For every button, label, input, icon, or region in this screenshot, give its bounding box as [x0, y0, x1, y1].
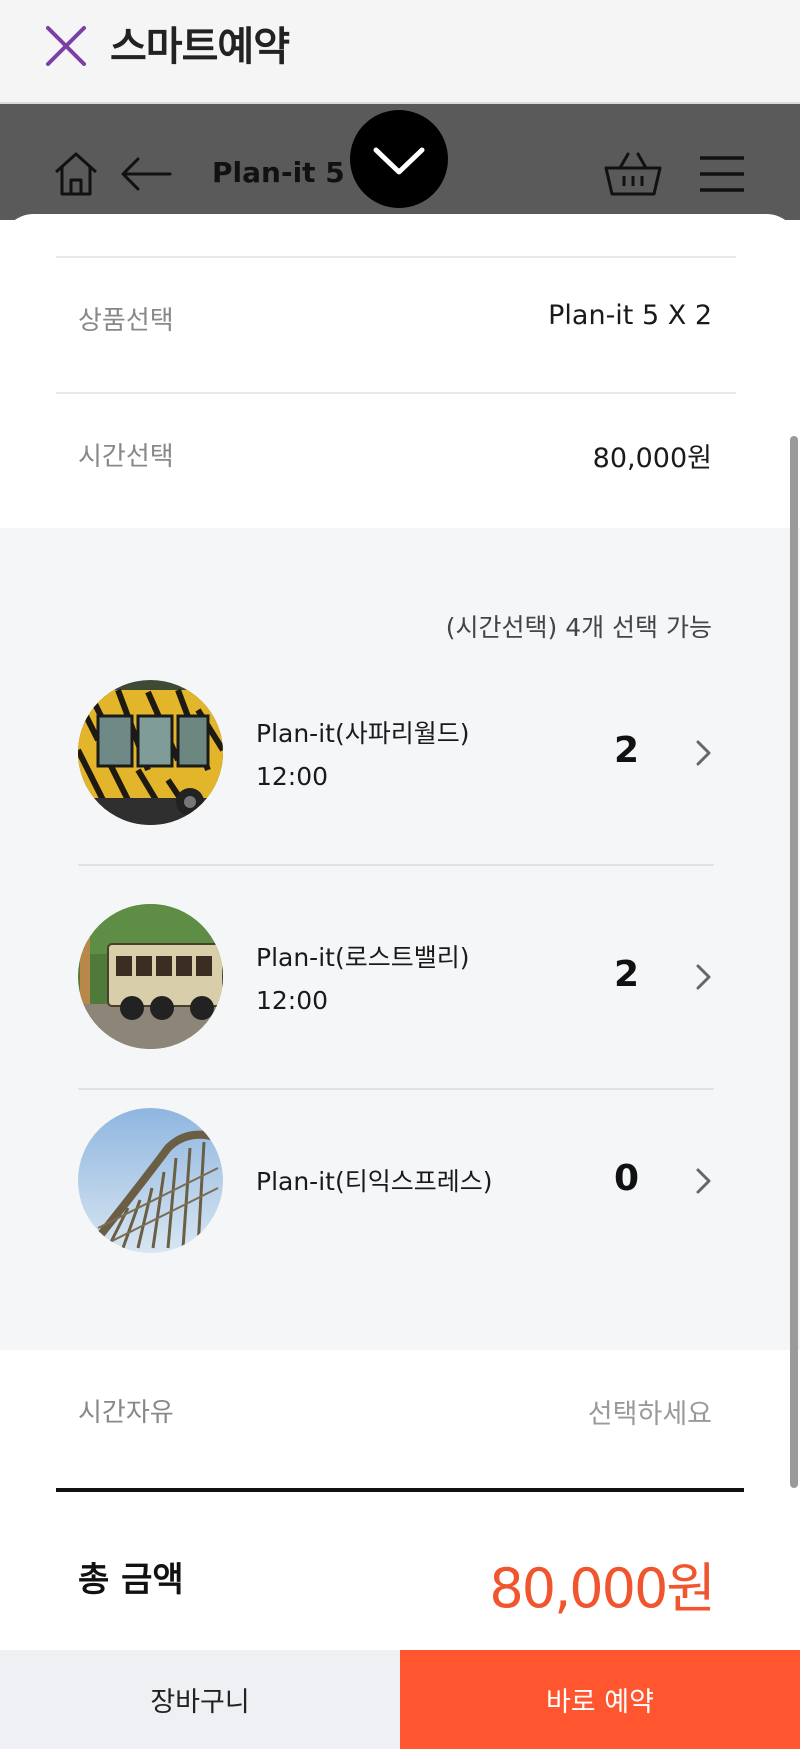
free-time-select[interactable]: 선택하세요: [588, 1392, 712, 1431]
add-to-cart-button[interactable]: 장바구니: [0, 1650, 400, 1749]
item-time: 12:00: [256, 986, 329, 1015]
home-icon: [54, 152, 98, 196]
chevron-right-icon: [696, 740, 711, 766]
lost-valley-vehicle-image: [78, 904, 223, 1049]
back-arrow-icon: [121, 157, 172, 191]
total-price: 80,000원: [489, 1557, 716, 1620]
menu-icon: [700, 156, 744, 192]
divider: [56, 1488, 744, 1492]
home-button[interactable]: [50, 148, 102, 200]
list-item[interactable]: Plan-it(로스트밸리) 12:00 2: [78, 904, 714, 1049]
item-count: 2: [614, 730, 640, 771]
divider: [78, 1088, 714, 1090]
chevron-down-icon: [373, 147, 425, 175]
basket-button[interactable]: [602, 148, 664, 200]
time-value: 80,000원: [592, 443, 712, 474]
item-count: 0: [614, 1158, 640, 1199]
t-express-coaster-image: [78, 1108, 223, 1253]
divider: [56, 256, 736, 258]
product-label: 상품선택: [78, 306, 174, 336]
back-button[interactable]: [118, 154, 174, 194]
item-time: 12:00: [256, 762, 329, 791]
book-now-button[interactable]: 바로 예약: [400, 1650, 800, 1749]
free-time-label: 시간자유: [78, 1398, 174, 1428]
safari-bus-image: [78, 680, 223, 825]
total-label: 총 금액: [78, 1560, 184, 1600]
divider: [78, 864, 714, 866]
close-button[interactable]: [40, 20, 92, 72]
chevron-right-icon: [696, 964, 711, 990]
divider: [56, 392, 736, 394]
item-count: 2: [614, 954, 640, 995]
selection-limit-note: (시간선택) 4개 선택 가능: [445, 613, 712, 642]
page-title: 스마트예약: [110, 24, 290, 70]
scrollbar[interactable]: [790, 436, 798, 1488]
item-name: Plan-it(사파리월드): [256, 719, 470, 748]
list-item[interactable]: Plan-it(사파리월드) 12:00 2: [78, 680, 714, 825]
menu-button[interactable]: [696, 152, 748, 196]
chevron-right-icon: [696, 1168, 711, 1194]
list-item[interactable]: Plan-it(티익스프레스) 0: [78, 1108, 714, 1253]
close-icon: [46, 26, 86, 66]
basket-icon: [604, 152, 662, 196]
nav-title: Plan-it 5: [212, 156, 345, 189]
time-selection-panel: (시간선택) 4개 선택 가능 Plan-it(사파리월드) 12:00 2 P…: [0, 528, 800, 1350]
item-name: Plan-it(로스트밸리): [256, 943, 470, 972]
top-header: 스마트예약: [0, 0, 800, 104]
collapse-button[interactable]: [350, 110, 448, 208]
item-name: Plan-it(티익스프레스): [256, 1167, 493, 1196]
time-label: 시간선택: [78, 442, 174, 472]
product-value: Plan-it 5 X 2: [548, 300, 712, 331]
